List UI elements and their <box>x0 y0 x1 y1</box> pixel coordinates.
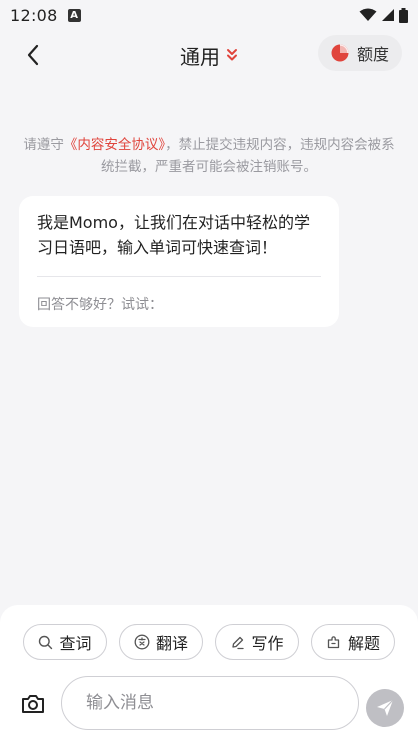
quota-label: 额度 <box>356 45 389 64</box>
notice-prefix: 请遵守 <box>23 137 64 153</box>
translate-chip[interactable]: 翻译 <box>119 624 203 660</box>
wifi-icon <box>359 8 377 21</box>
chat-screen: 12:08 A 通用 额度 请遵守《内容安全协议》，禁止提交违规内容，违规内容会… <box>0 0 418 744</box>
lookup-word-label: 查词 <box>59 634 92 653</box>
camera-button[interactable] <box>20 691 46 717</box>
translate-icon <box>134 634 150 650</box>
camera-icon <box>22 695 44 713</box>
lookup-word-chip[interactable]: 查词 <box>23 624 107 660</box>
writing-label: 写作 <box>251 634 284 653</box>
status-left: 12:08 A <box>10 6 81 25</box>
header: 通用 额度 <box>0 30 418 80</box>
signal-icon <box>382 9 394 21</box>
send-icon <box>377 699 394 716</box>
quick-action-chips: 查词 翻译 写作 解题 <box>23 624 395 660</box>
content-notice: 请遵守《内容安全协议》，禁止提交违规内容，违规内容会被系统拦截，严重者可能会被注… <box>20 134 398 178</box>
bot-message-bubble: 我是Momo，让我们在对话中轻松的学习日语吧，输入单词可快速查词！ 回答不够好？… <box>19 196 339 327</box>
search-icon <box>39 635 53 649</box>
writing-chip[interactable]: 写作 <box>215 624 299 660</box>
message-input[interactable] <box>61 676 359 730</box>
double-chevron-down-icon <box>227 49 237 61</box>
battery-icon <box>399 7 408 23</box>
status-right <box>359 7 408 23</box>
pen-icon <box>232 636 245 649</box>
retry-hint: 回答不够好？试试： <box>37 297 163 313</box>
composer-panel: 查词 翻译 写作 解题 <box>0 605 418 744</box>
solve-problem-label: 解题 <box>347 634 380 653</box>
translate-label: 翻译 <box>155 634 188 653</box>
bubble-divider <box>37 276 321 277</box>
puzzle-icon <box>327 636 340 649</box>
send-button[interactable] <box>366 689 404 727</box>
solve-problem-chip[interactable]: 解题 <box>311 624 395 660</box>
bot-message-text: 我是Momo，让我们在对话中轻松的学习日语吧，输入单词可快速查词！ <box>37 213 310 257</box>
content-agreement-link[interactable]: 《内容安全协议》 <box>64 137 165 153</box>
pie-chart-icon <box>331 44 349 62</box>
font-a-icon: A <box>67 8 81 22</box>
page-title: 通用 <box>180 44 220 69</box>
status-time: 12:08 <box>10 5 58 25</box>
status-bar: 12:08 A <box>0 0 418 30</box>
quota-button[interactable]: 额度 <box>318 35 402 71</box>
